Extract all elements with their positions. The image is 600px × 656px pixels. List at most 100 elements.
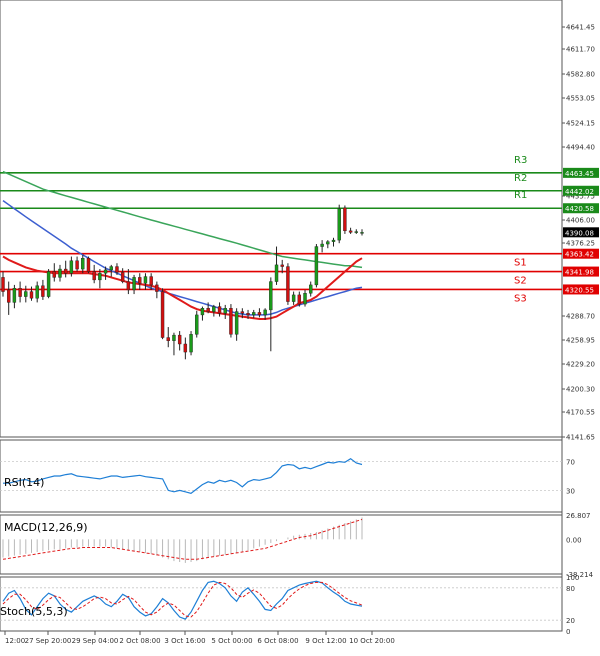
rsi-tick-label: 70 — [566, 459, 575, 467]
candle — [46, 269, 51, 299]
level-price-tag-text: 4420.58 — [565, 205, 594, 213]
candle-body — [206, 308, 210, 312]
time-tick-label: 9 Oct 12:00 — [305, 637, 346, 645]
price-tick-label: 4582.80 — [566, 71, 595, 79]
candle-body — [212, 306, 216, 312]
level-label-r3: R3 — [514, 155, 527, 166]
price-tick-label: 4376.25 — [566, 240, 595, 248]
level-label-r2: R2 — [514, 173, 527, 184]
candle-body — [252, 312, 256, 316]
candle-body — [86, 258, 91, 272]
stoch-tick-label: 0 — [566, 628, 570, 636]
level-price-tag-text: 4442.02 — [565, 188, 594, 196]
time-tick-label: 12:00 — [5, 637, 25, 645]
candle-body — [24, 291, 28, 297]
candle-body — [223, 308, 227, 314]
chart-root: R3 R2 R1 S1 S2 S3 RSI(14) MACD(12,26,9) Stoch(5… — [0, 0, 600, 652]
candle-body — [69, 260, 74, 274]
candle-body — [189, 334, 193, 353]
candle-body — [120, 272, 125, 282]
candle-body — [269, 281, 273, 311]
candle — [314, 244, 319, 288]
rsi-title: RSI(14) — [4, 476, 44, 489]
price-tick-label: 4288.70 — [566, 313, 595, 321]
stoch-title: Stoch(5,5,3) — [0, 605, 68, 618]
stoch-tick-label: 20 — [566, 617, 575, 625]
candle-body — [217, 306, 222, 314]
candle — [343, 205, 347, 234]
level-label-s3: S3 — [514, 293, 527, 304]
candle-body — [177, 334, 182, 345]
candle-body — [46, 271, 51, 297]
candle-body — [234, 311, 239, 335]
candle-body — [115, 266, 119, 273]
candle-body — [1, 277, 5, 292]
time-tick-label: 10 Oct 20:00 — [349, 637, 395, 645]
candle-body — [343, 207, 347, 232]
candle-body — [41, 285, 45, 297]
candle-body — [303, 293, 307, 305]
candle-body — [286, 266, 290, 302]
candle-body — [297, 294, 302, 305]
candle-body — [103, 269, 108, 274]
candle-body — [160, 291, 165, 338]
candle — [195, 310, 199, 338]
price-tick-label: 4641.45 — [566, 24, 595, 32]
candle-body — [166, 337, 170, 341]
candle-body — [98, 273, 102, 281]
level-price-tag-text: 4463.45 — [565, 170, 594, 178]
candle-body — [229, 308, 233, 335]
level-price-tag-text: 4341.98 — [565, 269, 594, 277]
time-tick-label: 6 Oct 08:00 — [257, 637, 298, 645]
level-price-tag-text: 4320.55 — [565, 286, 594, 294]
candle-body — [195, 314, 199, 335]
candle — [160, 288, 165, 340]
candle-body — [109, 266, 113, 271]
candle-body — [309, 284, 313, 294]
candle-body — [320, 243, 324, 247]
candle-body — [274, 264, 279, 282]
price-tick-label: 4553.05 — [566, 95, 595, 103]
level-price-tag-text: 4363.42 — [565, 251, 594, 259]
stoch-tick-label: 80 — [566, 585, 575, 593]
price-tick-label: 4524.15 — [566, 120, 595, 128]
candle-body — [143, 276, 148, 284]
candle-body — [257, 312, 262, 316]
price-tick-label: 4258.95 — [566, 337, 595, 345]
candle-body — [63, 268, 68, 274]
price-tick-label: 4200.30 — [566, 386, 595, 394]
macd-tick-label: 26.807 — [566, 512, 591, 520]
candle — [189, 331, 193, 356]
candle-body — [354, 231, 359, 233]
chart-svg: R3 R2 R1 S1 S2 S3 RSI(14) MACD(12,26,9) Stoch(5… — [0, 0, 599, 645]
macd-title: MACD(12,26,9) — [4, 521, 88, 534]
price-tick-label: 4170.55 — [566, 409, 595, 417]
candle-body — [52, 271, 56, 278]
panel-backgrounds — [0, 0, 563, 632]
panel-frame-rsi — [0, 439, 563, 513]
candle-body — [126, 281, 131, 291]
level-label-s2: S2 — [514, 276, 527, 287]
price-tick-label: 4494.40 — [566, 144, 595, 152]
candle-body — [246, 313, 250, 316]
candle-body — [12, 288, 17, 303]
candle-body — [18, 288, 22, 297]
candle-body — [149, 276, 153, 286]
candle-body — [348, 230, 353, 233]
candle-body — [75, 260, 79, 270]
stoch-tick-label: 100 — [566, 574, 579, 582]
candle-body — [337, 208, 341, 241]
candle — [229, 304, 233, 338]
candle-body — [183, 343, 188, 353]
candle-body — [240, 311, 245, 314]
macd-tick-label: 0.00 — [566, 536, 582, 544]
current-price-text: 4390.08 — [565, 229, 594, 237]
candle-body — [291, 294, 296, 302]
price-tick-label: 4229.20 — [566, 361, 595, 369]
price-tick-label: 4611.70 — [566, 46, 595, 54]
rsi-tick-label: 30 — [566, 487, 575, 495]
price-tick-label: 4406.00 — [566, 217, 595, 225]
candle-body — [360, 232, 364, 234]
level-label-s1: S1 — [514, 258, 527, 269]
candle-body — [6, 289, 11, 303]
